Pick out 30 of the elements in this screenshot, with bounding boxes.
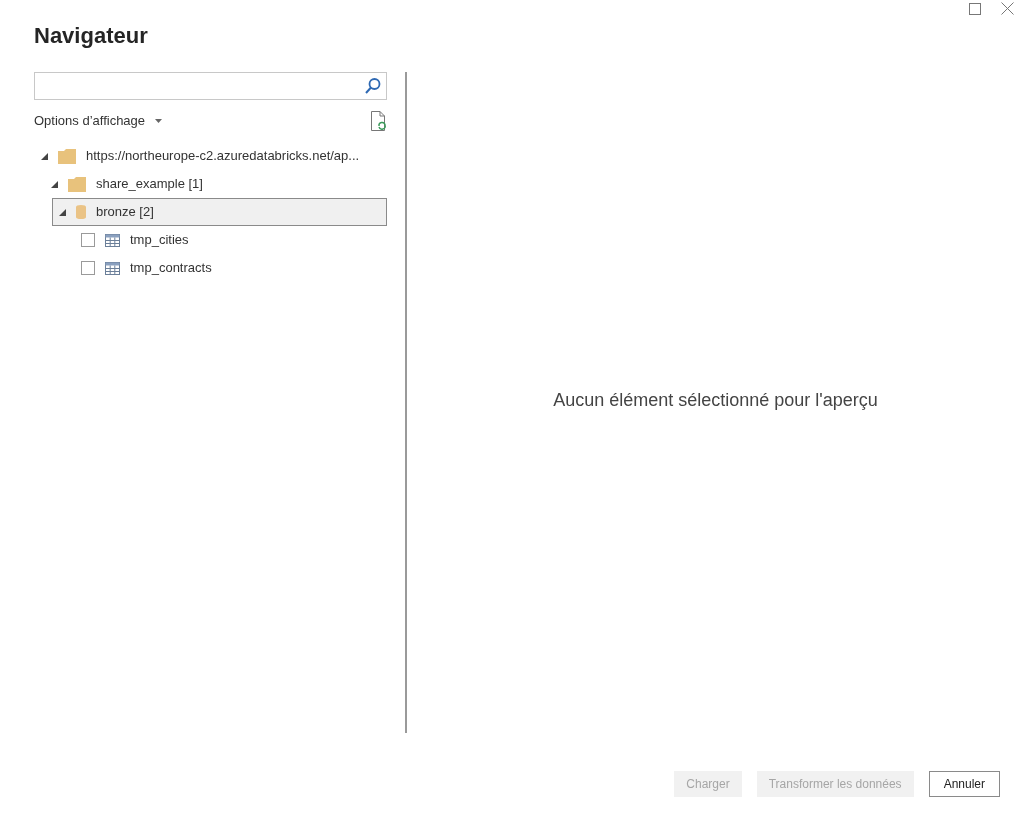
tree-label: tmp_contracts bbox=[130, 259, 212, 278]
preview-message: Aucun élément sélectionné pour l'aperçu bbox=[553, 389, 878, 412]
close-icon[interactable] bbox=[1001, 2, 1014, 15]
tree-label: tmp_cities bbox=[130, 231, 189, 250]
tree-label: share_example [1] bbox=[96, 175, 203, 194]
maximize-icon[interactable] bbox=[969, 2, 981, 15]
search-icon bbox=[364, 77, 382, 95]
tree-row[interactable]: share_example [1] bbox=[34, 170, 387, 198]
table-icon bbox=[105, 233, 120, 247]
tree-label: bronze [2] bbox=[96, 203, 154, 222]
expanded-triangle-icon[interactable] bbox=[59, 208, 66, 216]
folder-icon bbox=[68, 176, 86, 192]
caret-icon bbox=[155, 119, 163, 123]
checkbox[interactable] bbox=[81, 261, 95, 275]
dialog-button[interactable]: Annuler bbox=[928, 771, 1000, 797]
window-title: Navigateur bbox=[34, 22, 148, 50]
tree-row[interactable]: tmp_cities bbox=[34, 226, 387, 254]
table-icon bbox=[105, 261, 120, 275]
tree-row[interactable]: bronze [2] bbox=[52, 198, 387, 226]
view-options-dropdown[interactable]: Options d’affichage bbox=[34, 111, 163, 131]
checkbox[interactable] bbox=[81, 233, 95, 247]
tree-row[interactable]: tmp_contracts bbox=[34, 254, 387, 282]
tree-row[interactable]: https://northeurope-c2.azuredatabricks.net/ap... bbox=[34, 142, 387, 170]
expanded-triangle-icon[interactable] bbox=[41, 152, 48, 160]
cylinder-icon bbox=[76, 205, 86, 219]
tree-label: https://northeurope-c2.azuredatabricks.net/ap... bbox=[86, 147, 360, 166]
refresh-document-icon[interactable] bbox=[371, 111, 387, 131]
search-field[interactable] bbox=[34, 72, 387, 100]
folder-icon bbox=[58, 148, 76, 164]
expanded-triangle-icon[interactable] bbox=[51, 180, 58, 188]
